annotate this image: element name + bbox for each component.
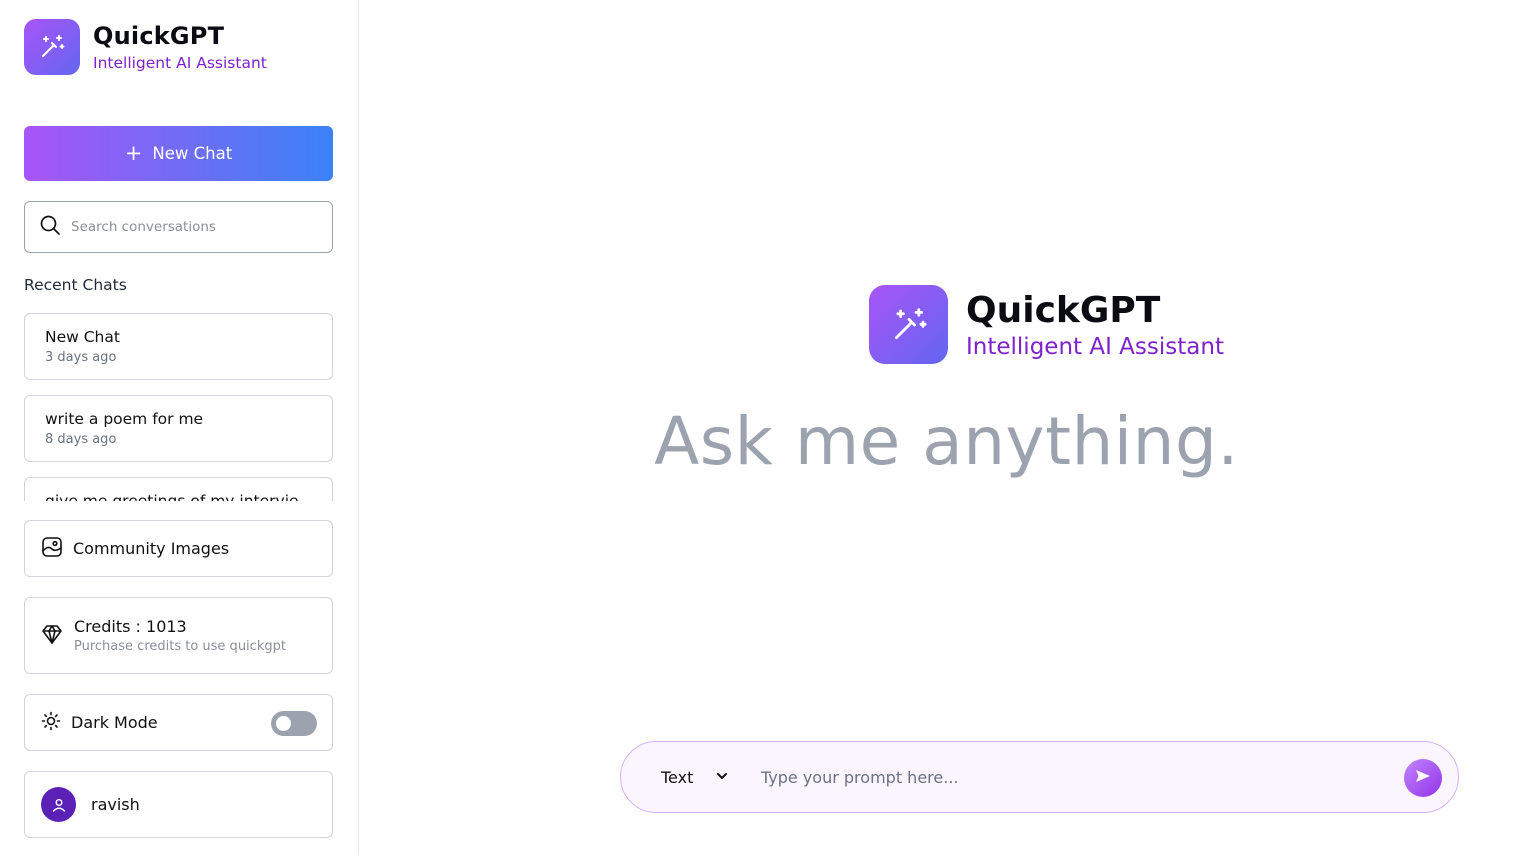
main-heading: Ask me anything. <box>0 400 1536 484</box>
logo-magic-wand-icon <box>869 285 948 364</box>
new-chat-label: New Chat <box>152 144 233 163</box>
send-icon <box>1414 767 1432 789</box>
toggle-knob <box>276 716 291 731</box>
dark-mode-toggle[interactable] <box>271 711 317 736</box>
chat-title: New Chat <box>45 328 120 346</box>
main-heading-text: Ask me anything. <box>654 403 1239 480</box>
prompt-bar: Text <box>620 741 1459 813</box>
search-icon <box>39 214 61 240</box>
chat-title: give me greetings of my intervie <box>45 492 299 501</box>
chat-timestamp: 3 days ago <box>45 350 117 365</box>
credits-subtitle: Purchase credits to use quickgpt <box>74 639 286 654</box>
credits-count: Credits : 1013 <box>74 617 187 636</box>
mode-select[interactable]: Text <box>661 768 741 787</box>
user-name: ravish <box>91 795 140 814</box>
send-button[interactable] <box>1404 759 1442 797</box>
search-box <box>24 201 333 253</box>
brand-name: QuickGPT <box>93 22 225 50</box>
dark-mode-label: Dark Mode <box>71 713 158 732</box>
mode-select-value: Text <box>661 767 694 787</box>
prompt-input[interactable] <box>761 767 1381 787</box>
diamond-icon <box>41 623 63 649</box>
user-profile[interactable]: ravish <box>24 771 333 838</box>
community-images-button[interactable]: Community Images <box>24 520 333 577</box>
image-gallery-icon <box>41 536 63 562</box>
dark-mode-row: Dark Mode <box>24 694 333 751</box>
hero-brand-name: QuickGPT <box>966 289 1161 331</box>
new-chat-button[interactable]: + New Chat <box>24 126 333 181</box>
plus-icon: + <box>124 141 143 165</box>
sidebar-brand: QuickGPT Intelligent AI Assistant <box>24 19 267 75</box>
search-input[interactable] <box>71 219 311 235</box>
avatar <box>41 787 76 822</box>
sun-icon <box>41 711 61 735</box>
brand-tagline: Intelligent AI Assistant <box>93 54 267 72</box>
hero-brand: QuickGPT Intelligent AI Assistant <box>869 285 1224 364</box>
chevron-down-icon <box>715 768 729 787</box>
recent-chat-item[interactable]: New Chat 3 days ago <box>24 313 333 380</box>
credits-card[interactable]: Credits : 1013 Purchase credits to use q… <box>24 597 333 674</box>
recent-chats-heading: Recent Chats <box>24 276 127 294</box>
community-images-label: Community Images <box>73 539 230 558</box>
logo-magic-wand-icon <box>24 19 80 75</box>
hero-brand-tagline: Intelligent AI Assistant <box>966 333 1224 360</box>
